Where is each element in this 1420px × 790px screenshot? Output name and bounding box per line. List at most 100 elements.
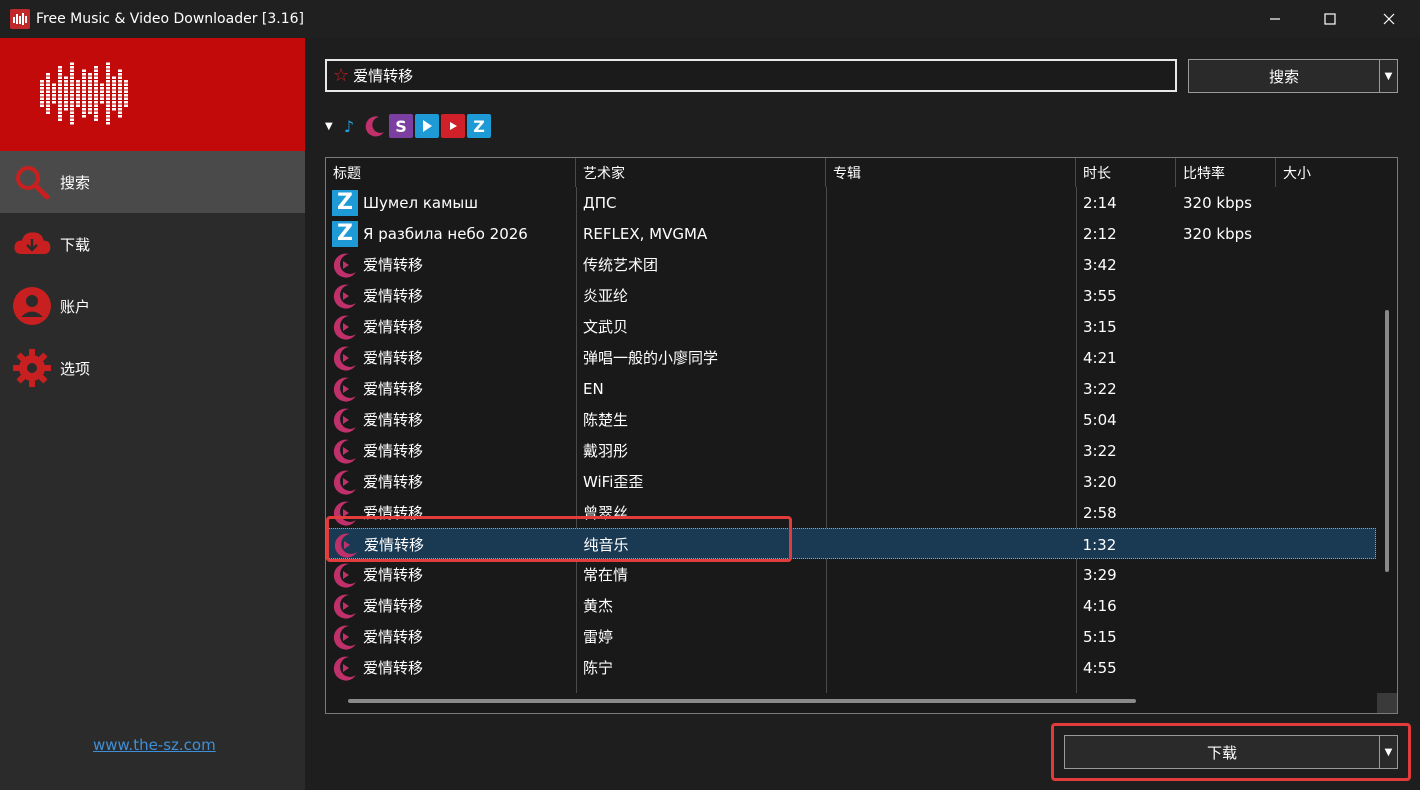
cell-title: 爱情转移 [326, 342, 576, 373]
play-icon[interactable] [415, 114, 439, 138]
column-header-bitrate[interactable]: 比特率 [1176, 158, 1276, 187]
sidebar-item-options[interactable]: 选项 [0, 337, 305, 399]
youtube-icon[interactable] [441, 114, 465, 138]
cell-duration: 4:16 [1083, 596, 1117, 615]
cell-album [826, 466, 1076, 497]
table-row[interactable]: 爱情转移 陈宁 4:55 [326, 652, 1376, 683]
search-input[interactable]: ☆ 爱情转移 [325, 59, 1177, 92]
moon-icon [332, 283, 358, 309]
cell-album [826, 404, 1076, 435]
cell-size [1276, 559, 1376, 590]
equalizer-logo-icon [40, 62, 128, 125]
sort-ascending-icon: ^ [444, 157, 452, 164]
sidebar-item-account[interactable]: 账户 [0, 275, 305, 337]
table-row[interactable]: 爱情转移 WiFi歪歪 3:20 [326, 466, 1376, 497]
music-note-icon[interactable]: ♪ [337, 114, 361, 138]
cell-album [826, 652, 1076, 683]
z-icon[interactable]: Z [467, 114, 491, 138]
moon-icon [332, 624, 358, 650]
cell-duration: 2:58 [1083, 503, 1117, 522]
cell-artist: 雷婷 [583, 628, 614, 646]
table-row[interactable]: 爱情转移 传统艺术团 3:42 [326, 249, 1376, 280]
app-logo-icon [10, 9, 30, 29]
cell-size [1276, 652, 1376, 683]
cell-title: 爱情转移 [326, 249, 576, 280]
cell-album [826, 373, 1076, 404]
column-header-album[interactable]: 专辑 [826, 158, 1076, 187]
sources-dropdown-caret-icon[interactable]: ▼ [325, 121, 337, 132]
cell-bitrate [1176, 249, 1276, 280]
search-dropdown-arrow[interactable]: ▼ [1379, 60, 1397, 92]
moon-icon [332, 314, 358, 340]
cell-album [826, 497, 1076, 528]
column-header-duration[interactable]: 时长 [1076, 158, 1176, 187]
cell-size [1276, 187, 1376, 218]
sidebar-item-label: 下载 [60, 235, 91, 254]
table-body: Z Шумел камыш ДПС 2:14 320 kbps ZЯ разбил… [326, 187, 1376, 683]
website-link[interactable]: www.the-sz.com [93, 736, 216, 754]
window-title: Free Music & Video Downloader [3.16] [36, 11, 304, 27]
download-button-highlight [1051, 723, 1411, 781]
moon-icon[interactable] [363, 114, 387, 138]
cell-bitrate [1176, 280, 1276, 311]
cell-album [826, 311, 1076, 342]
cell-size [1276, 590, 1376, 621]
moon-icon [332, 469, 358, 495]
cell-duration: 5:15 [1083, 627, 1117, 646]
table-row[interactable]: 爱情转移 陈楚生 5:04 [326, 404, 1376, 435]
moon-icon [332, 345, 358, 371]
cell-size [1276, 435, 1376, 466]
table-row[interactable]: Z Шумел камыш ДПС 2:14 320 kbps [326, 187, 1376, 218]
cell-album [826, 435, 1076, 466]
column-header-title[interactable]: 标题 ^ [326, 158, 576, 187]
cell-album [826, 621, 1076, 652]
cell-artist: WiFi歪歪 [583, 473, 644, 491]
user-icon [12, 286, 52, 326]
cell-duration: 3:22 [1083, 379, 1117, 398]
cell-bitrate [1176, 373, 1276, 404]
sidebar-item-search[interactable]: 搜索 [0, 151, 305, 213]
sidebar-item-label: 搜索 [60, 173, 91, 192]
table-row[interactable]: 爱情转移 雷婷 5:15 [326, 621, 1376, 652]
table-row[interactable]: ZЯ разбила небо 2026 REFLEX, MVGMA 2:12 … [326, 218, 1376, 249]
cell-duration: 3:42 [1083, 255, 1117, 274]
s-icon[interactable]: S [389, 114, 413, 138]
sidebar-item-downloads[interactable]: 下载 [0, 213, 305, 275]
column-header-artist[interactable]: 艺术家 [576, 158, 826, 187]
moon-icon [332, 655, 358, 681]
moon-icon [332, 593, 358, 619]
cell-duration: 4:55 [1083, 658, 1117, 677]
table-row[interactable]: 爱情转移 文武贝 3:15 [326, 311, 1376, 342]
favorite-star-icon[interactable]: ☆ [333, 65, 349, 86]
moon-icon [332, 407, 358, 433]
search-button-label: 搜索 [1268, 67, 1299, 86]
cell-bitrate [1176, 342, 1276, 373]
horizontal-scrollbar[interactable] [348, 699, 1136, 703]
table-row[interactable]: 爱情转移 戴羽彤 3:22 [326, 435, 1376, 466]
cell-duration: 3:22 [1083, 441, 1117, 460]
cell-size [1276, 373, 1376, 404]
minimize-button[interactable] [1246, 0, 1304, 38]
maximize-button[interactable] [1301, 0, 1359, 38]
cell-duration: 4:21 [1083, 348, 1117, 367]
cell-title: 爱情转移 [326, 466, 576, 497]
gear-icon [12, 348, 52, 388]
close-button[interactable] [1360, 0, 1418, 38]
vertical-scrollbar[interactable] [1385, 310, 1389, 572]
title-bar: Free Music & Video Downloader [3.16] [0, 0, 1420, 38]
table-row[interactable]: 爱情转移 弹唱一般的小廖同学 4:21 [326, 342, 1376, 373]
column-header-size[interactable]: 大小 [1276, 158, 1397, 187]
table-row[interactable]: 爱情转移 EN 3:22 [326, 373, 1376, 404]
search-button[interactable]: 搜索 ▼ [1188, 59, 1398, 93]
cell-duration: 3:55 [1083, 286, 1117, 305]
cell-bitrate [1175, 529, 1275, 560]
table-row[interactable]: 爱情转移 黄杰 4:16 [326, 590, 1376, 621]
cell-duration: 3:15 [1083, 317, 1117, 336]
cell-size [1276, 311, 1376, 342]
cell-title: 爱情转移 [326, 559, 576, 590]
cell-artist: 弹唱一般的小廖同学 [583, 349, 719, 367]
cell-duration: 2:14 [1083, 193, 1117, 212]
table-row[interactable]: 爱情转移 常在情 3:29 [326, 559, 1376, 590]
results-table: 标题 ^ 艺术家 专辑 时长 比特率 大小 Z Шумел камыш ДПС 2… [325, 157, 1398, 714]
table-row[interactable]: 爱情转移 炎亚纶 3:55 [326, 280, 1376, 311]
